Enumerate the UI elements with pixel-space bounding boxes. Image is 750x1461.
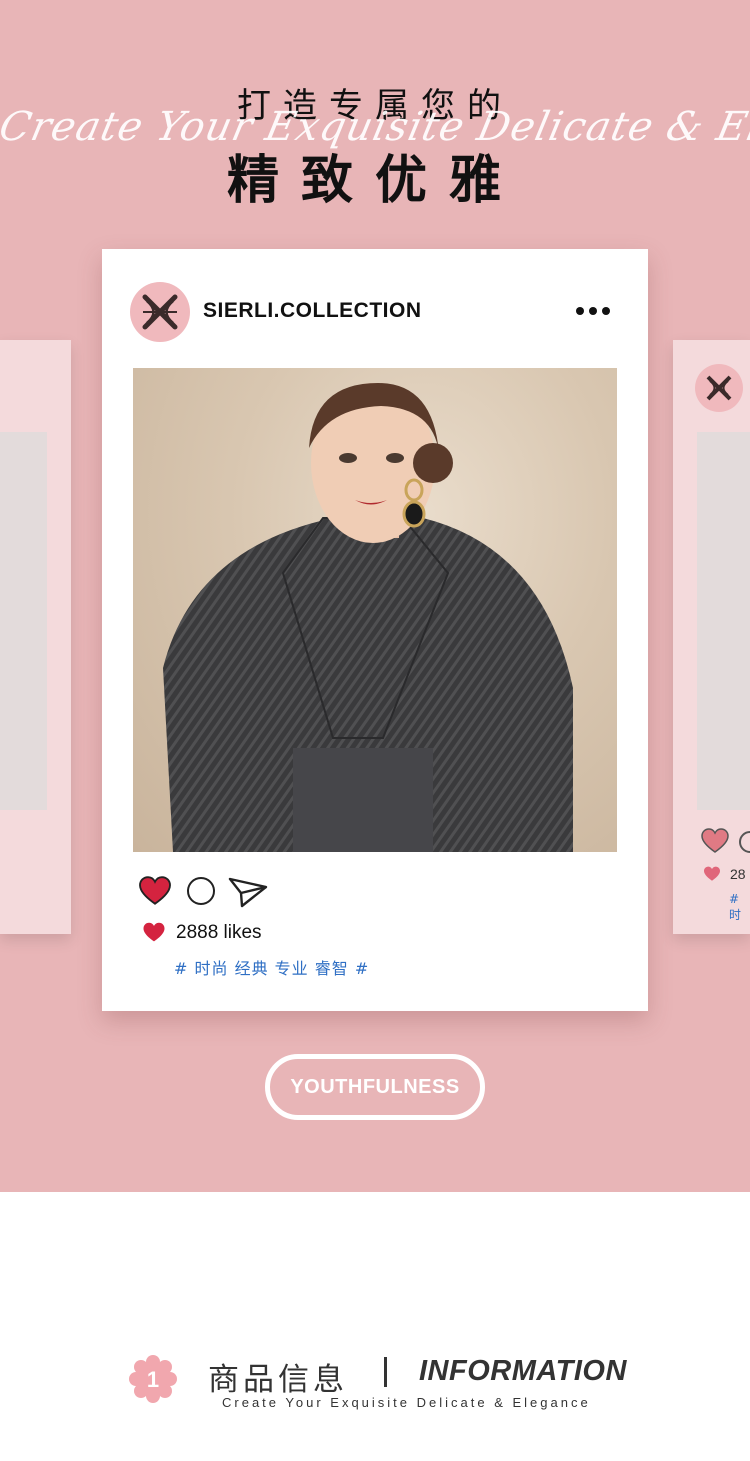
share-icon[interactable]	[228, 876, 268, 912]
post-photo	[133, 368, 617, 852]
hero-title-line2: 精致优雅	[226, 151, 523, 211]
youthfulness-button[interactable]: YOUTHFULNESS	[265, 1054, 485, 1120]
side-card-photo-placeholder	[0, 432, 47, 810]
info-title-cn: 商品信息	[208, 1362, 348, 1398]
info-title-en: INFORMATION	[419, 1355, 627, 1387]
info-divider	[384, 1357, 387, 1387]
info-subtitle: Create Your Exquisite Delicate & Eleganc…	[222, 1395, 591, 1410]
hero-banner: 打造专属您的 Create Your Exquisite Delicate & …	[0, 0, 750, 1192]
hashtags[interactable]: # 时尚 经典 专业 睿智 #	[174, 955, 369, 979]
post-card: SIERLI.COLLECTION 2888 likes # 时尚 经典 专业 …	[102, 249, 648, 1011]
comment-icon[interactable]	[187, 877, 215, 905]
side-card-photo-placeholder	[697, 432, 750, 810]
side-comment-icon	[739, 831, 750, 853]
side-brand-monogram-icon	[695, 364, 743, 412]
side-likes-text: 28	[730, 866, 746, 882]
account-name[interactable]: SIERLI.COLLECTION	[203, 299, 422, 323]
brand-monogram-icon[interactable]	[130, 282, 190, 342]
flower-number-badge-icon: 1	[129, 1355, 177, 1407]
svg-text:1: 1	[147, 1367, 159, 1392]
side-heart-outline-icon	[701, 828, 729, 858]
likes-heart-icon	[142, 922, 166, 947]
more-dots-icon[interactable]	[576, 307, 616, 319]
heart-icon[interactable]	[138, 876, 172, 910]
side-card-left	[0, 340, 71, 934]
info-section: 1 商品信息 INFORMATION Create Your Exquisite…	[0, 1192, 750, 1461]
side-hashtags: # 时	[729, 892, 742, 922]
side-mini-heart-icon	[703, 866, 721, 886]
side-card-right: 28 # 时	[673, 340, 750, 934]
youthfulness-button-label: YOUTHFULNESS	[290, 1075, 460, 1098]
likes-count: 2888 likes	[176, 922, 262, 943]
